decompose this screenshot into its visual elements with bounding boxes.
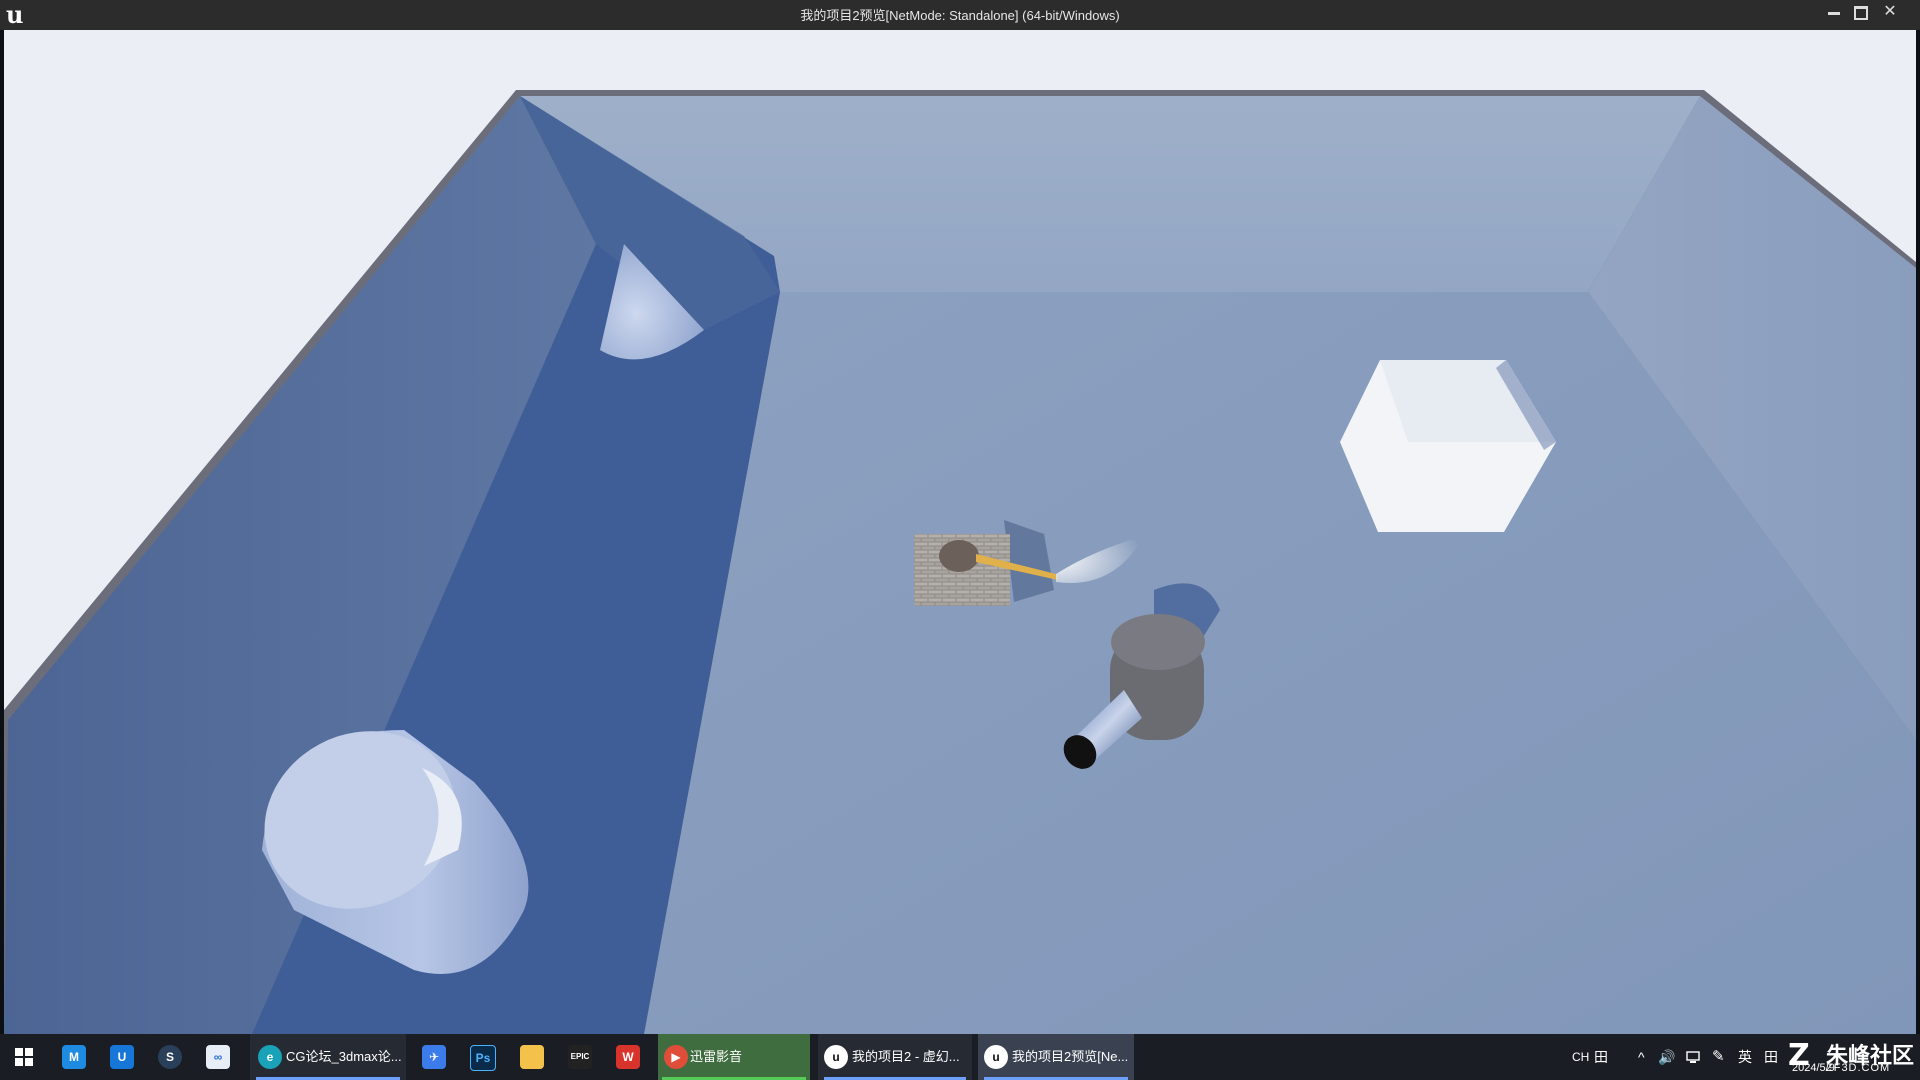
maximize-icon xyxy=(1854,6,1868,20)
tray-ime-grid-icon[interactable]: 田 xyxy=(1594,1034,1608,1080)
tray-lang-code[interactable]: CH xyxy=(1572,1034,1589,1080)
epic-games-icon: EPIC xyxy=(568,1045,592,1069)
taskbar-app-unreal-preview[interactable]: u 我的项目2预览[Ne... xyxy=(978,1034,1134,1080)
minimize-button[interactable] xyxy=(1823,3,1845,21)
start-button[interactable] xyxy=(8,1034,42,1080)
maya-icon: M xyxy=(62,1045,86,1069)
tray-chevron-icon[interactable]: ^ xyxy=(1638,1034,1645,1080)
folder-icon xyxy=(520,1045,544,1069)
scene-render xyxy=(4,30,1916,1034)
taskbar-label-unreal-preview: 我的项目2预览[Ne... xyxy=(1012,1049,1129,1064)
tray-keyboard-grid-icon[interactable]: 田 xyxy=(1764,1034,1778,1080)
watermark: Z 朱峰社区 ZF3D.COM 2024/5/9 xyxy=(1788,1036,1916,1080)
volume-icon[interactable]: 🔊 xyxy=(1658,1034,1675,1080)
unreal-icon: u xyxy=(824,1045,848,1069)
taskbar-label-unreal-editor: 我的项目2 - 虚幻... xyxy=(852,1049,960,1064)
u-app-icon: U xyxy=(110,1045,134,1069)
taskbar-app-netdisk[interactable]: ∞ xyxy=(200,1034,240,1080)
taskbar-label-edge: CG论坛_3dmax论... xyxy=(286,1049,402,1064)
taskbar-app-xunlei[interactable]: ▶ 迅雷影音 xyxy=(658,1034,810,1080)
taskbar-label-xunlei: 迅雷影音 xyxy=(690,1049,743,1064)
taskbar-app-maya[interactable]: M xyxy=(56,1034,96,1080)
windows-taskbar: M U S ∞ e CG论坛_3dmax论... ✈ Ps EPIC W ▶ 迅… xyxy=(0,1034,1920,1080)
taskbar-app-u-tool[interactable]: U xyxy=(104,1034,144,1080)
baidu-netdisk-icon: ∞ xyxy=(206,1045,230,1069)
windows-icon xyxy=(15,1048,33,1066)
taskbar-app-steam[interactable]: S xyxy=(152,1034,192,1080)
minimize-icon xyxy=(1828,12,1840,15)
window-title-bar[interactable]: u 我的项目2预览[NetMode: Standalone] (64-bit/W… xyxy=(0,0,1920,30)
watermark-subtitle: ZF3D.COM xyxy=(1826,1062,1891,1074)
taskbar-app-epic[interactable]: EPIC xyxy=(560,1034,600,1080)
taskbar-app-edge[interactable]: e CG论坛_3dmax论... xyxy=(250,1034,406,1080)
taskbar-app-unreal-editor[interactable]: u 我的项目2 - 虚幻... xyxy=(818,1034,972,1080)
pen-icon[interactable]: ✎ xyxy=(1712,1034,1725,1080)
unreal-icon: u xyxy=(984,1045,1008,1069)
photoshop-icon: Ps xyxy=(470,1045,496,1071)
taskbar-app-wps[interactable]: W xyxy=(608,1034,648,1080)
edge-icon: e xyxy=(258,1045,282,1069)
taskbar-app-explorer[interactable] xyxy=(512,1034,552,1080)
taskbar-app-photoshop[interactable]: Ps xyxy=(462,1034,502,1080)
maximize-button[interactable] xyxy=(1849,3,1871,21)
feishu-icon: ✈ xyxy=(422,1045,446,1069)
clock-date[interactable]: 2024/5/9 xyxy=(1792,1062,1835,1074)
network-icon[interactable] xyxy=(1686,1034,1700,1080)
taskbar-app-feishu[interactable]: ✈ xyxy=(414,1034,454,1080)
xunlei-player-icon: ▶ xyxy=(664,1045,688,1069)
tray-ime-mode[interactable]: 英 xyxy=(1738,1034,1752,1080)
close-icon: ✕ xyxy=(1883,3,1897,20)
wps-icon: W xyxy=(616,1045,640,1069)
close-button[interactable]: ✕ xyxy=(1879,3,1901,21)
game-viewport[interactable] xyxy=(4,30,1916,1034)
steam-icon: S xyxy=(158,1045,182,1069)
window-title: 我的项目2预览[NetMode: Standalone] (64-bit/Win… xyxy=(800,8,1120,23)
